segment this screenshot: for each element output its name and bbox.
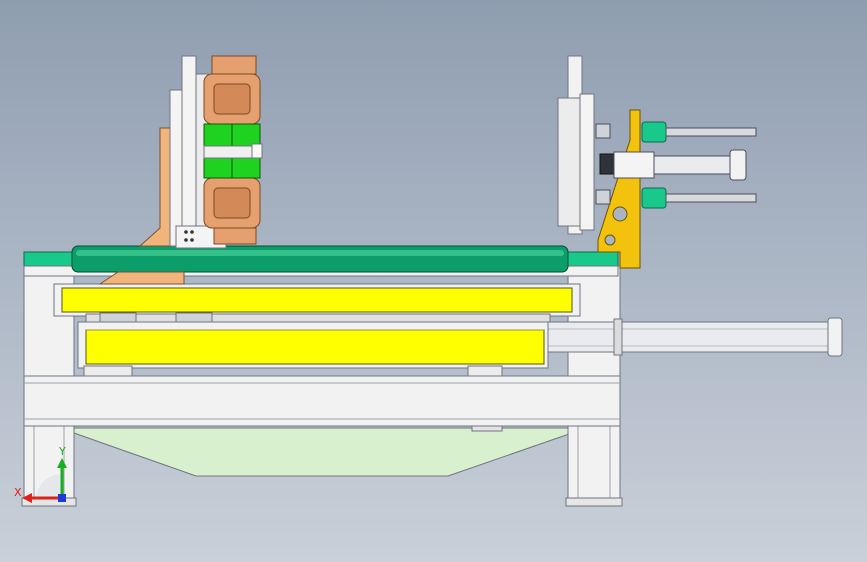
- copper-upper-slot: [213, 83, 251, 115]
- hopper-drain-tab: [471, 425, 503, 432]
- main-cylinder-endcap: [827, 317, 843, 357]
- middle-cylinder-body: [613, 151, 655, 179]
- bolt-2: [190, 230, 194, 234]
- guide-block-1: [99, 312, 137, 323]
- middle-cylinder-rod: [653, 155, 733, 175]
- hopper-tray: [73, 427, 573, 477]
- bottom-cylinder-fitting: [595, 189, 611, 205]
- triad-z-marker: [58, 494, 66, 502]
- machine-side-view: Y X: [14, 55, 843, 507]
- bolt-3: [184, 238, 188, 242]
- main-cylinder-barrel: [547, 321, 835, 353]
- upper-slide-plate: [61, 287, 573, 313]
- triad-y-label: Y: [58, 445, 66, 458]
- top-cylinder-body: [641, 121, 667, 143]
- copper-lower-slot: [213, 187, 251, 219]
- middle-cylinder-endcap: [729, 149, 747, 181]
- copper-bottom-cap: [213, 227, 257, 245]
- bottom-cylinder-body: [641, 187, 667, 209]
- gusset-hole-2: [604, 234, 616, 246]
- bottom-cylinder-rod: [665, 193, 757, 203]
- main-cylinder-rodcap: [613, 318, 623, 356]
- slide-foot-left: [83, 365, 133, 377]
- gusset-hole-1: [612, 206, 628, 222]
- clamp-gap-nub: [251, 143, 263, 159]
- linear-guide-rail: [85, 313, 551, 323]
- right-foot: [565, 497, 623, 507]
- left-side-plate: [23, 265, 75, 377]
- lower-slide-plate: [85, 329, 545, 365]
- green-rail-highlight: [76, 250, 564, 256]
- clamp-column-plate: [181, 55, 197, 247]
- bolt-1: [184, 230, 188, 234]
- right-side-plate: [567, 265, 621, 377]
- green-rail-bar: [71, 245, 569, 273]
- top-cylinder-fitting: [595, 123, 611, 139]
- triad-x-label: X: [14, 486, 22, 499]
- clamp-column-back: [169, 89, 183, 247]
- bolt-4: [190, 238, 194, 242]
- guide-block-2: [175, 312, 213, 323]
- top-cylinder-rod: [665, 127, 757, 137]
- cad-viewport[interactable]: Y X: [0, 0, 867, 562]
- middle-cylinder-nut: [599, 153, 615, 175]
- right-mount-cap: [579, 93, 595, 231]
- copper-top-cap: [211, 55, 257, 75]
- slide-foot-right: [467, 365, 503, 377]
